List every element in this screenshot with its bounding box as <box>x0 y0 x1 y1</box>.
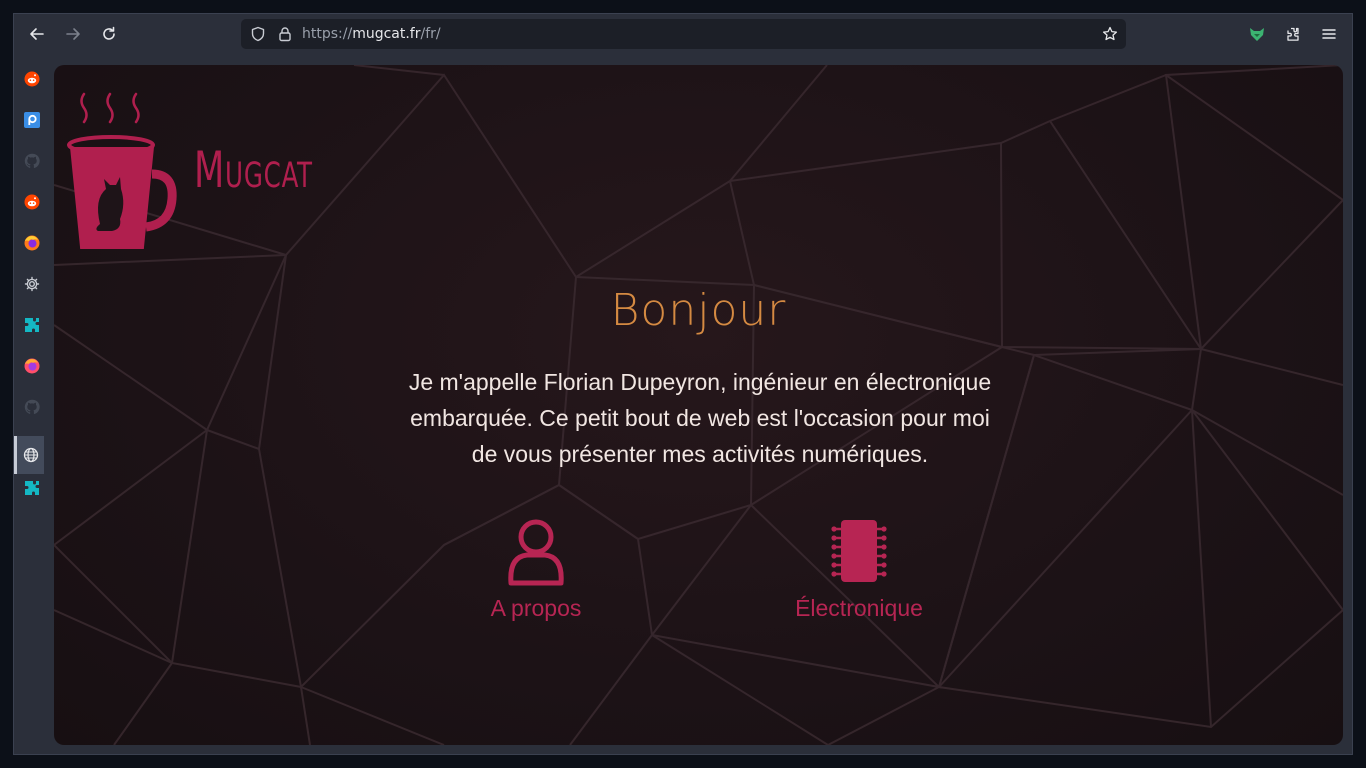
sidebar-item-firefox-2[interactable] <box>20 354 44 378</box>
url-scheme: https:// <box>302 26 353 42</box>
intro-text: Je m'appelle Florian Dupeyron, ingénieur… <box>380 364 1020 472</box>
chip-icon <box>831 520 887 582</box>
reload-button[interactable] <box>96 21 122 47</box>
browser-toolbar: https://mugcat.fr/fr/ <box>14 14 1352 54</box>
sidebar-item-addon[interactable] <box>20 313 44 337</box>
intro-line: embarquée. Ce petit bout de web est l'oc… <box>410 405 990 431</box>
intro-line: Je m'appelle Florian Dupeyron, ingénieur… <box>408 369 992 395</box>
sidebar <box>14 54 50 754</box>
sidebar-item-pcloud[interactable] <box>20 108 44 132</box>
user-icon <box>508 519 564 586</box>
url-host: mugcat.fr <box>352 26 421 42</box>
forward-button[interactable] <box>60 21 86 47</box>
bookmark-star-icon[interactable] <box>1102 26 1118 46</box>
firefox-icon <box>24 235 40 251</box>
fox-extension-icon <box>1250 28 1264 41</box>
electronics-label: Électronique <box>795 595 923 621</box>
menu-button[interactable] <box>1316 21 1342 47</box>
back-arrow-icon <box>30 28 44 40</box>
github-icon <box>24 153 40 169</box>
reddit-icon <box>24 194 40 210</box>
pcloud-icon <box>24 112 40 128</box>
hamburger-menu-icon <box>1322 29 1336 39</box>
extensions-button[interactable] <box>1280 21 1306 47</box>
sidebar-item-reddit[interactable] <box>20 67 44 91</box>
url-path: /fr/ <box>420 26 441 42</box>
firefox-icon <box>24 358 40 374</box>
electronics-link[interactable]: Électronique <box>784 517 934 622</box>
url-bar[interactable]: https://mugcat.fr/fr/ <box>241 19 1126 49</box>
url-text[interactable]: https://mugcat.fr/fr/ <box>302 26 441 42</box>
sidebar-item-addon-2[interactable] <box>20 476 44 500</box>
page-content: Mugcat Bonjour Je m'appelle Florian Dupe… <box>54 65 1343 745</box>
browser-window: https://mugcat.fr/fr/ Mugcat Bonjour Je … <box>13 13 1353 755</box>
shield-icon[interactable] <box>250 26 266 46</box>
back-button[interactable] <box>24 21 50 47</box>
github-icon <box>24 399 40 415</box>
page-title: Bonjour <box>610 285 787 336</box>
sidebar-item-github[interactable] <box>20 149 44 173</box>
site-logo-text[interactable]: Mugcat <box>194 141 313 199</box>
gear-icon <box>24 276 40 292</box>
site-logo[interactable] <box>66 79 186 254</box>
reload-icon <box>103 26 115 40</box>
puzzle-icon <box>1287 27 1299 41</box>
about-label: A propos <box>490 595 582 621</box>
reddit-icon <box>24 71 40 87</box>
about-link[interactable]: A propos <box>486 517 586 622</box>
mug-cat-icon <box>67 92 177 254</box>
sidebar-item-reddit-2[interactable] <box>20 190 44 214</box>
sidebar-item-firefox[interactable] <box>20 231 44 255</box>
sidebar-item-globe[interactable] <box>14 436 44 474</box>
lock-icon[interactable] <box>277 26 293 46</box>
puzzle-icon <box>25 318 39 332</box>
sidebar-item-github-2[interactable] <box>20 395 44 419</box>
sidebar-item-settings[interactable] <box>20 272 44 296</box>
globe-icon <box>23 447 38 463</box>
puzzle-icon <box>25 481 39 495</box>
forward-arrow-icon <box>66 28 80 40</box>
intro-line: de vous présenter mes activités numériqu… <box>471 441 929 467</box>
fox-extension-button[interactable] <box>1244 21 1270 47</box>
